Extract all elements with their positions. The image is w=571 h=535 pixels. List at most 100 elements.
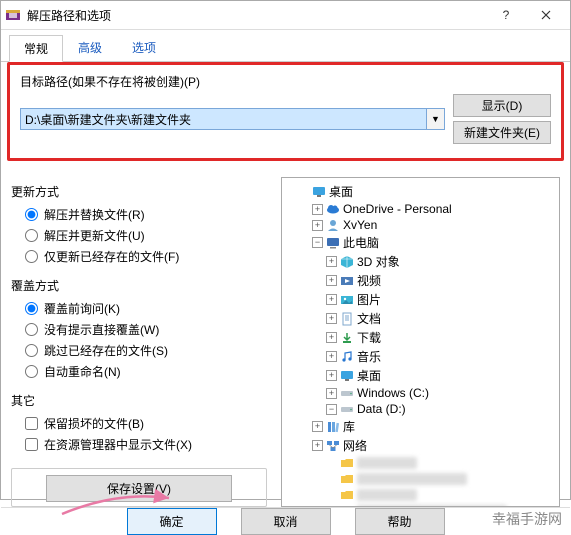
folder-tree[interactable]: 桌面 + OneDrive - Personal + XvYen − 此电脑 xyxy=(281,177,560,507)
tree-drive-c[interactable]: + Windows (C:) xyxy=(284,385,557,401)
cloud-icon xyxy=(326,202,340,216)
chevron-down-icon[interactable]: ▼ xyxy=(426,109,444,129)
left-panel: 更新方式 解压并替换文件(R) 解压并更新文件(U) 仅更新已经存在的文件(F)… xyxy=(1,177,277,507)
right-panel: 桌面 + OneDrive - Personal + XvYen − 此电脑 xyxy=(277,177,570,507)
update-update-input[interactable] xyxy=(25,229,38,242)
desktop-icon xyxy=(340,369,354,383)
expand-icon[interactable]: + xyxy=(326,313,337,324)
tab-bar: 常规 高级 选项 xyxy=(1,30,570,62)
expand-icon[interactable]: + xyxy=(326,275,337,286)
cube-icon xyxy=(340,255,354,269)
overwrite-ask-input[interactable] xyxy=(25,302,38,315)
tree-download[interactable]: + 下载 xyxy=(284,328,557,347)
tree-music[interactable]: + 音乐 xyxy=(284,347,557,366)
tree-label: Data (D:) xyxy=(357,402,406,416)
overwrite-skip-label: 跳过已经存在的文件(S) xyxy=(44,342,168,359)
display-button[interactable]: 显示(D) xyxy=(453,94,551,117)
tree-label: 图片 xyxy=(357,291,381,308)
collapse-icon[interactable]: − xyxy=(312,237,323,248)
tree-label: 3D 对象 xyxy=(357,253,400,270)
keep-broken-label: 保留损坏的文件(B) xyxy=(44,415,144,432)
expand-icon[interactable]: + xyxy=(312,220,323,231)
drive-icon xyxy=(340,402,354,416)
expand-icon[interactable]: + xyxy=(326,370,337,381)
destination-path-combo[interactable]: ▼ xyxy=(20,108,445,130)
show-in-explorer-input[interactable] xyxy=(25,438,38,451)
overwrite-ask-label: 覆盖前询问(K) xyxy=(44,300,120,317)
help-footer-button[interactable]: 帮助 xyxy=(355,508,445,535)
tab-advanced[interactable]: 高级 xyxy=(63,34,117,61)
tree-item-hidden[interactable] xyxy=(284,455,557,471)
download-icon xyxy=(340,331,354,345)
tree-drive-d[interactable]: − Data (D:) xyxy=(284,401,557,417)
expand-icon[interactable]: + xyxy=(312,204,323,215)
keep-broken-input[interactable] xyxy=(25,417,38,430)
window-title: 解压路径和选项 xyxy=(27,7,486,24)
update-freshen-input[interactable] xyxy=(25,250,38,263)
close-button[interactable] xyxy=(526,1,566,29)
obscured-text xyxy=(357,489,417,501)
tree-video[interactable]: + 视频 xyxy=(284,271,557,290)
tree-label: 网络 xyxy=(343,437,367,454)
tree-label: 视频 xyxy=(357,272,381,289)
new-folder-button[interactable]: 新建文件夹(E) xyxy=(453,121,551,144)
overwrite-noask-radio[interactable]: 没有提示直接覆盖(W) xyxy=(11,319,267,340)
tree-desktop2[interactable]: + 桌面 xyxy=(284,366,557,385)
update-replace-radio[interactable]: 解压并替换文件(R) xyxy=(11,204,267,225)
overwrite-rename-radio[interactable]: 自动重命名(N) xyxy=(11,361,267,382)
tree-label: 桌面 xyxy=(329,183,353,200)
drive-icon xyxy=(340,386,354,400)
overwrite-skip-input[interactable] xyxy=(25,344,38,357)
show-in-explorer-check[interactable]: 在资源管理器中显示文件(X) xyxy=(11,434,267,455)
tree-user[interactable]: + XvYen xyxy=(284,217,557,233)
dialog-footer: 确定 取消 帮助 幸福手游网 xyxy=(1,507,570,535)
update-freshen-radio[interactable]: 仅更新已经存在的文件(F) xyxy=(11,246,267,267)
update-update-radio[interactable]: 解压并更新文件(U) xyxy=(11,225,267,246)
save-settings-button[interactable]: 保存设置(V) xyxy=(46,475,232,502)
overwrite-noask-input[interactable] xyxy=(25,323,38,336)
tree-pic[interactable]: + 图片 xyxy=(284,290,557,309)
tree-libraries[interactable]: + 库 xyxy=(284,417,557,436)
tree-item-hidden[interactable] xyxy=(284,471,557,487)
tree-label: 下载 xyxy=(357,329,381,346)
tree-network[interactable]: + 网络 xyxy=(284,436,557,455)
obscured-text xyxy=(357,457,417,469)
expand-icon[interactable]: + xyxy=(312,421,323,432)
overwrite-rename-input[interactable] xyxy=(25,365,38,378)
tree-3d[interactable]: + 3D 对象 xyxy=(284,252,557,271)
tree-label: 音乐 xyxy=(357,348,381,365)
collapse-icon[interactable]: − xyxy=(326,404,337,415)
main-content: 更新方式 解压并替换文件(R) 解压并更新文件(U) 仅更新已经存在的文件(F)… xyxy=(1,169,570,507)
cancel-button[interactable]: 取消 xyxy=(241,508,331,535)
obscured-text xyxy=(357,473,467,485)
tree-thispc[interactable]: − 此电脑 xyxy=(284,233,557,252)
tree-desktop[interactable]: 桌面 xyxy=(284,182,557,201)
expand-icon[interactable]: + xyxy=(312,440,323,451)
folder-icon xyxy=(340,456,354,470)
tab-general[interactable]: 常规 xyxy=(9,35,63,62)
tree-label: Windows (C:) xyxy=(357,386,429,400)
title-bar: 解压路径和选项 ? xyxy=(1,1,570,30)
folder-icon xyxy=(340,472,354,486)
expand-icon[interactable]: + xyxy=(326,294,337,305)
expand-icon[interactable]: + xyxy=(326,256,337,267)
overwrite-rename-label: 自动重命名(N) xyxy=(44,363,121,380)
library-icon xyxy=(326,420,340,434)
show-in-explorer-label: 在资源管理器中显示文件(X) xyxy=(44,436,192,453)
expand-icon[interactable]: + xyxy=(326,388,337,399)
expand-icon[interactable]: + xyxy=(326,351,337,362)
ok-button[interactable]: 确定 xyxy=(127,508,217,535)
help-button[interactable]: ? xyxy=(486,1,526,29)
expand-icon[interactable]: + xyxy=(326,332,337,343)
tree-item-hidden[interactable] xyxy=(284,487,557,503)
overwrite-ask-radio[interactable]: 覆盖前询问(K) xyxy=(11,298,267,319)
tab-options[interactable]: 选项 xyxy=(117,34,171,61)
tree-onedrive[interactable]: + OneDrive - Personal xyxy=(284,201,557,217)
tree-doc[interactable]: + 文档 xyxy=(284,309,557,328)
keep-broken-check[interactable]: 保留损坏的文件(B) xyxy=(11,413,267,434)
watermark-text: 幸福手游网 xyxy=(492,509,562,529)
update-replace-input[interactable] xyxy=(25,208,38,221)
overwrite-skip-radio[interactable]: 跳过已经存在的文件(S) xyxy=(11,340,267,361)
destination-path-input[interactable] xyxy=(21,109,426,129)
update-mode-title: 更新方式 xyxy=(11,183,267,200)
